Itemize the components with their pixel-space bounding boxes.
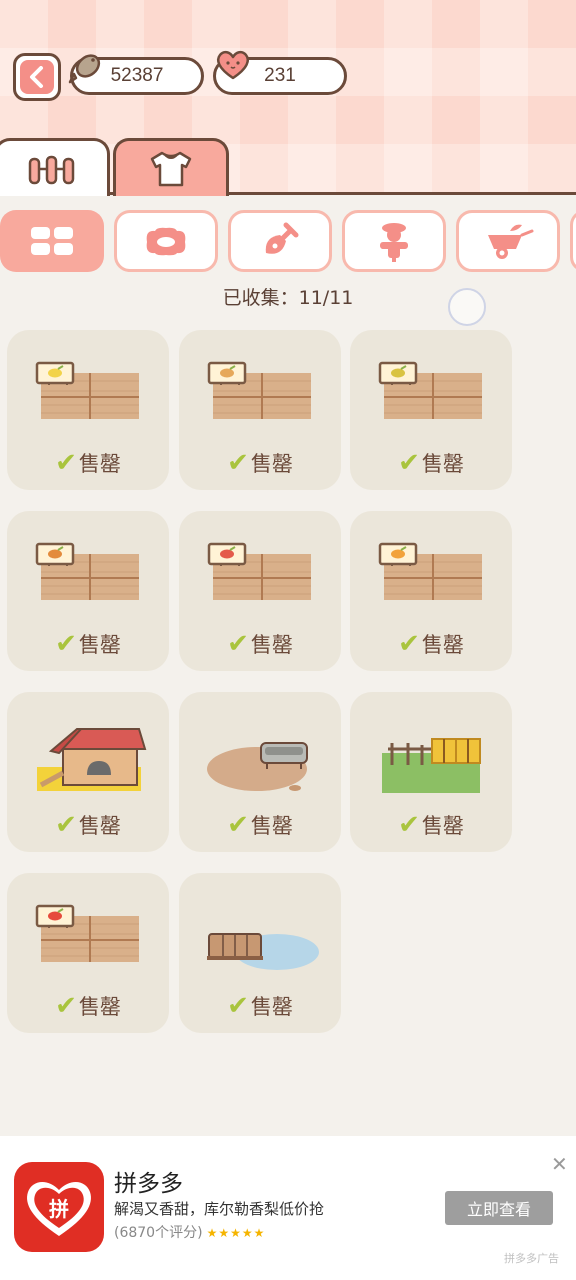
sold-out-status: ✔ 售罄 xyxy=(7,448,169,478)
item-card-hay[interactable]: ✔ 售罄 xyxy=(350,692,512,852)
sold-out-status: ✔ 售罄 xyxy=(179,810,341,840)
ad-title[interactable]: 拼多多 xyxy=(114,1164,183,1198)
ad-rating: (6870个评分) ★★★★★ xyxy=(114,1222,265,1242)
sold-out-label: 售罄 xyxy=(421,814,464,838)
plot-icon xyxy=(378,542,482,600)
sold-out-label: 售罄 xyxy=(250,633,293,657)
fish-icon xyxy=(68,54,101,84)
grid-icon xyxy=(31,227,73,255)
ad-description[interactable]: 解渴又香甜，库尔勒香梨低价抢 xyxy=(114,1198,324,1219)
checkmark-icon: ✔ xyxy=(227,448,249,478)
item-card-plot[interactable]: ✔ 售罄 xyxy=(179,330,341,490)
checkmark-icon: ✔ xyxy=(227,629,249,659)
plot-icon xyxy=(207,542,311,600)
sold-out-label: 售罄 xyxy=(421,452,464,476)
item-card-plot[interactable]: ✔ 售罄 xyxy=(179,511,341,671)
checkmark-icon: ✔ xyxy=(55,810,77,840)
checkmark-icon: ✔ xyxy=(227,991,249,1021)
checkmark-icon: ✔ xyxy=(55,629,77,659)
checkmark-icon: ✔ xyxy=(398,448,420,478)
sold-out-label: 售罄 xyxy=(78,814,121,838)
cushion-icon xyxy=(146,227,186,256)
shovel-icon xyxy=(265,222,299,254)
star-rating-icon: ★★★★★ xyxy=(206,1226,266,1240)
sold-out-status: ✔ 售罄 xyxy=(7,991,169,1021)
sold-out-status: ✔ 售罄 xyxy=(350,448,512,478)
pond-icon xyxy=(207,933,319,970)
item-card-plot[interactable]: ✔ 售罄 xyxy=(7,873,169,1033)
ad-rating-count: (6870个评分) xyxy=(114,1225,203,1241)
item-card-pond[interactable]: ✔ 售罄 xyxy=(179,873,341,1033)
back-button[interactable] xyxy=(13,53,61,101)
sold-out-status: ✔ 售罄 xyxy=(7,810,169,840)
item-card-coop[interactable]: ✔ 售罄 xyxy=(7,692,169,852)
ad-banner[interactable]: 拼 拼多多 解渴又香甜，库尔勒香梨低价抢 (6870个评分) ★★★★★ 立即查看… xyxy=(0,1136,576,1280)
category-all[interactable] xyxy=(0,210,104,272)
logo-text: 拼 xyxy=(49,1197,69,1221)
coop-icon xyxy=(37,728,147,791)
item-card-plot[interactable]: ✔ 售罄 xyxy=(7,511,169,671)
sold-out-status: ✔ 售罄 xyxy=(179,629,341,659)
item-card-plot[interactable]: ✔ 售罄 xyxy=(7,330,169,490)
back-arrow-icon xyxy=(20,60,54,94)
fish-count: 52387 xyxy=(110,65,164,86)
touch-indicator xyxy=(448,288,486,326)
sold-out-status: ✔ 售罄 xyxy=(179,991,341,1021)
heart-icon xyxy=(216,50,250,80)
item-card-trough[interactable]: ✔ 售罄 xyxy=(179,692,341,852)
shirt-icon xyxy=(150,151,192,186)
sold-out-label: 售罄 xyxy=(421,633,464,657)
plot-icon xyxy=(207,361,311,419)
sold-out-label: 售罄 xyxy=(250,814,293,838)
sold-out-label: 售罄 xyxy=(78,633,121,657)
sold-out-label: 售罄 xyxy=(250,452,293,476)
plot-icon xyxy=(35,904,139,962)
trough-icon xyxy=(207,742,308,791)
plot-icon xyxy=(35,361,139,419)
tab-clothes[interactable] xyxy=(113,138,229,196)
checkmark-icon: ✔ xyxy=(55,991,77,1021)
pinduoduo-logo[interactable]: 拼 xyxy=(14,1162,104,1252)
item-card-plot[interactable]: ✔ 售罄 xyxy=(350,330,512,490)
sold-out-status: ✔ 售罄 xyxy=(179,448,341,478)
checkmark-icon: ✔ xyxy=(55,448,77,478)
plot-icon xyxy=(35,542,139,600)
wheelbarrow-icon xyxy=(488,224,534,259)
sold-out-status: ✔ 售罄 xyxy=(350,810,512,840)
tab-fences[interactable] xyxy=(0,138,110,196)
category-cushion[interactable] xyxy=(114,210,218,272)
checkmark-icon: ✔ xyxy=(227,810,249,840)
ad-view-now-button[interactable]: 立即查看 xyxy=(445,1191,553,1225)
sold-out-status: ✔ 售罄 xyxy=(350,629,512,659)
hay-icon xyxy=(382,738,481,793)
sold-out-label: 售罄 xyxy=(78,452,121,476)
category-wheelbarrow[interactable] xyxy=(456,210,560,272)
heart-count: 231 xyxy=(264,65,296,86)
checkmark-icon: ✔ xyxy=(398,810,420,840)
category-tools[interactable] xyxy=(228,210,332,272)
checkmark-icon: ✔ xyxy=(398,629,420,659)
sold-out-status: ✔ 售罄 xyxy=(7,629,169,659)
fence-icon xyxy=(28,155,75,184)
sold-out-label: 售罄 xyxy=(250,995,293,1019)
close-icon[interactable]: ✕ xyxy=(551,1152,568,1176)
scarecrow-icon xyxy=(380,223,408,262)
ad-source-label: 拼多多广告 xyxy=(504,1252,559,1265)
plot-icon xyxy=(378,361,482,419)
sold-out-label: 售罄 xyxy=(78,995,121,1019)
collected-progress-text: 已收集：11/11 xyxy=(222,287,354,309)
category-more[interactable] xyxy=(570,210,576,272)
item-card-plot[interactable]: ✔ 售罄 xyxy=(350,511,512,671)
category-scarecrow[interactable] xyxy=(342,210,446,272)
